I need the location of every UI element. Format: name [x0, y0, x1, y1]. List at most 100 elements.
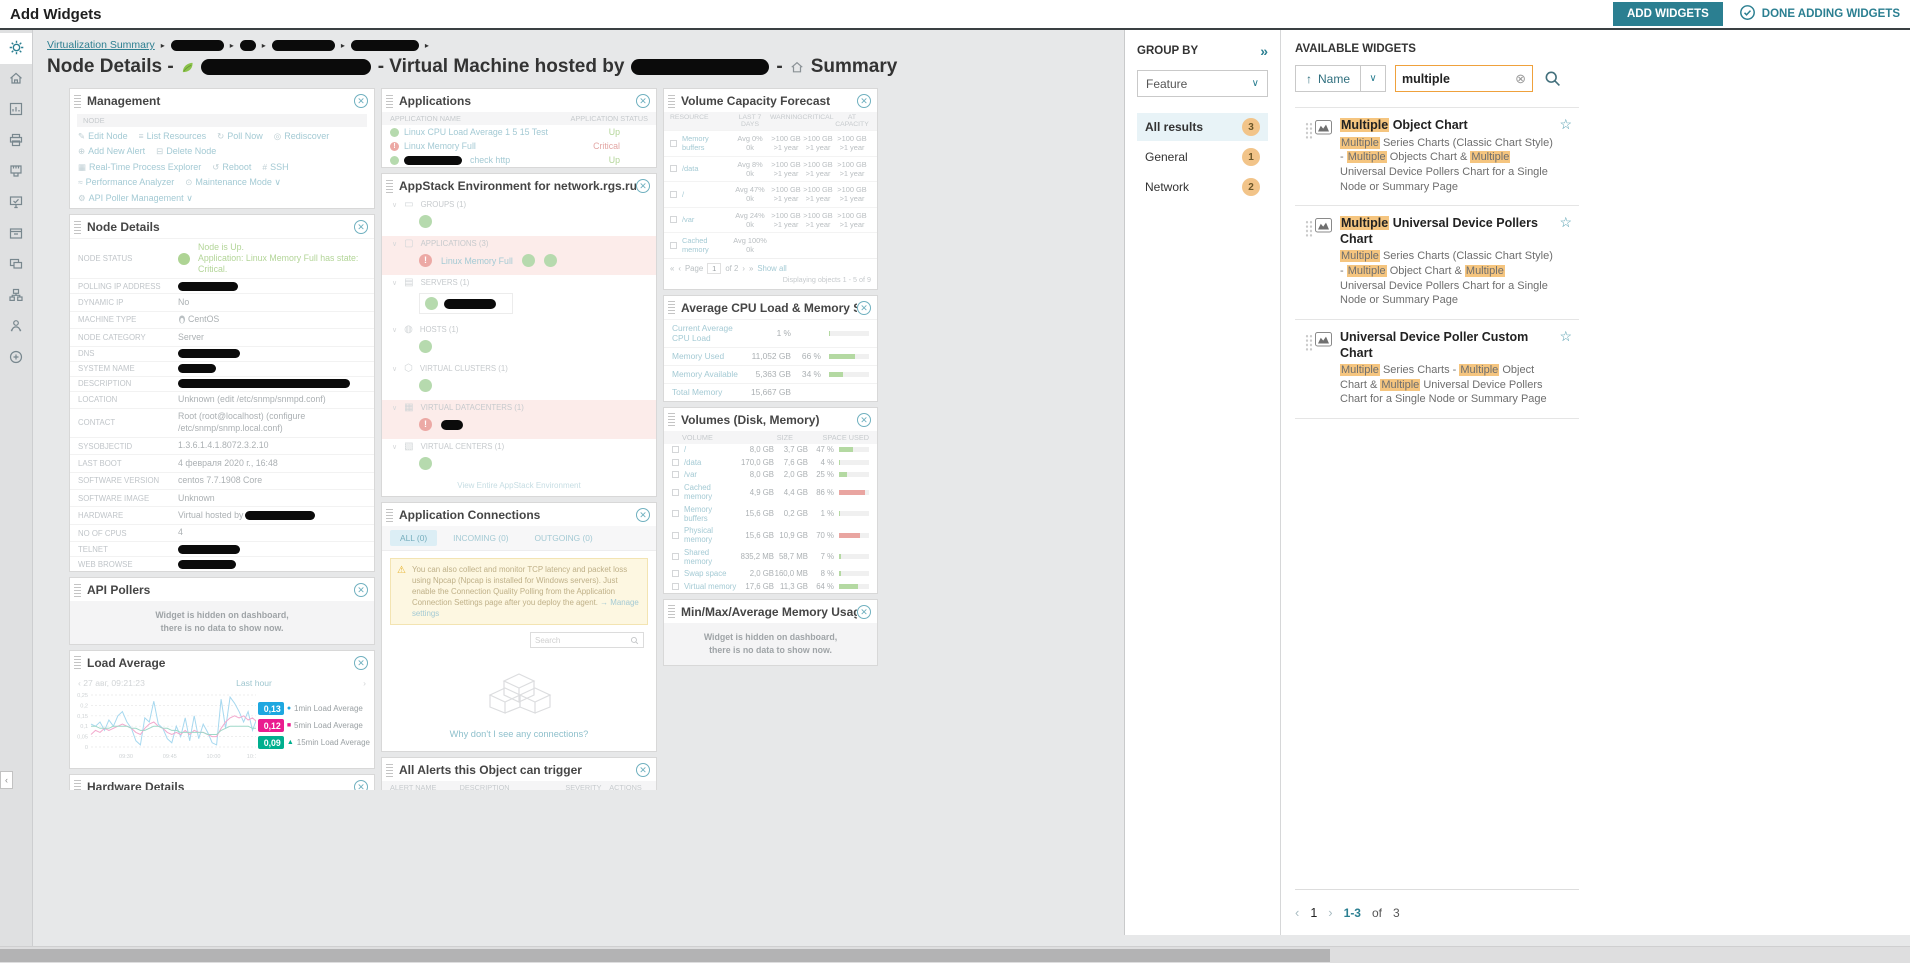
- page-prev-icon[interactable]: ‹: [1295, 905, 1299, 920]
- status-critical-icon[interactable]: !: [419, 254, 432, 267]
- drag-handle-icon[interactable]: [668, 605, 675, 619]
- widget-search-input[interactable]: multiple ⊗: [1395, 65, 1534, 92]
- group-by-item-general[interactable]: General 1: [1137, 143, 1268, 171]
- appstack-section-header[interactable]: ∨ ◍ HOSTS (1): [392, 324, 646, 335]
- page-next-icon[interactable]: ›: [1328, 905, 1332, 920]
- scrollbar-thumb[interactable]: [0, 949, 1330, 962]
- volume-name[interactable]: Virtual memory: [684, 582, 738, 591]
- management-link-poll-now[interactable]: ↻ Poll Now: [217, 131, 263, 142]
- checkbox[interactable]: [672, 583, 679, 591]
- pager-page-input[interactable]: 1: [707, 262, 722, 274]
- close-icon[interactable]: ✕: [636, 94, 650, 108]
- management-link-edit-node[interactable]: ✎ Edit Node: [78, 131, 128, 142]
- checkbox[interactable]: [670, 190, 677, 198]
- clear-search-icon[interactable]: ⊗: [1515, 71, 1526, 87]
- status-up-icon[interactable]: [543, 254, 557, 267]
- appstack-section-header[interactable]: ∨ ▭ GROUPS (1): [392, 199, 646, 210]
- appstack-section-header[interactable]: ∨ ▤ SERVERS (1): [392, 277, 646, 288]
- checkbox[interactable]: [670, 165, 677, 173]
- pager-next-icon[interactable]: ›: [742, 264, 745, 273]
- appstack-section-header[interactable]: ∨ ▢ APPLICATIONS (3): [392, 238, 646, 249]
- sort-by-name-button[interactable]: ↑ Name: [1296, 66, 1360, 91]
- drag-handle-icon[interactable]: [386, 508, 393, 522]
- appstack-object-name[interactable]: Linux Memory Full: [441, 256, 513, 266]
- status-up-icon[interactable]: [419, 379, 432, 392]
- management-link-list-resources[interactable]: ≡ List Resources: [139, 131, 207, 142]
- chart-nav-next-icon[interactable]: ›: [363, 678, 366, 688]
- resource-name[interactable]: /data: [682, 164, 698, 173]
- sidebar-item-topology[interactable]: [0, 281, 32, 312]
- pager-last-icon[interactable]: »: [749, 264, 753, 273]
- close-icon[interactable]: ✕: [354, 779, 368, 790]
- group-by-item-all-results[interactable]: All results 3: [1137, 113, 1268, 141]
- drag-handle-icon[interactable]: [74, 220, 81, 234]
- pager-prev-icon[interactable]: ‹: [678, 264, 681, 273]
- sidebar-item-monitor-check[interactable]: [0, 188, 32, 219]
- status-up-icon[interactable]: [419, 457, 432, 470]
- pager-first-icon[interactable]: «: [670, 264, 674, 273]
- volume-name[interactable]: Swap space: [684, 569, 738, 578]
- sidebar-item-archive-box[interactable]: [0, 219, 32, 250]
- sort-dropdown-button[interactable]: ∨: [1360, 66, 1385, 91]
- application-name[interactable]: check http: [470, 155, 510, 165]
- chevron-down-icon[interactable]: ∨: [392, 240, 397, 248]
- stat-label[interactable]: Memory Used: [672, 351, 743, 361]
- sidebar-item-report[interactable]: [0, 95, 32, 126]
- horizontal-scrollbar[interactable]: [0, 946, 1910, 963]
- resource-name[interactable]: Memory buffers: [682, 134, 730, 152]
- management-link-ssh[interactable]: # SSH: [262, 162, 288, 173]
- appstack-section-header[interactable]: ∨ ▦ VIRTUAL DATACENTERS (1): [392, 402, 646, 413]
- sidebar-item-home[interactable]: [0, 64, 32, 95]
- management-link-performance-analyzer[interactable]: ≈ Performance Analyzer: [78, 177, 174, 188]
- drag-handle-icon[interactable]: [386, 94, 393, 108]
- close-icon[interactable]: ✕: [354, 583, 368, 598]
- checkbox[interactable]: [672, 510, 679, 518]
- chevron-down-icon[interactable]: ∨: [392, 279, 397, 287]
- group-by-item-network[interactable]: Network 2: [1137, 173, 1268, 201]
- tab-incoming[interactable]: INCOMING (0): [443, 530, 518, 546]
- chevron-down-icon[interactable]: ∨: [392, 404, 397, 412]
- status-up-icon[interactable]: [425, 297, 438, 310]
- sidebar-item-user-group[interactable]: [0, 312, 32, 343]
- appstack-section-header[interactable]: ∨ ▧ VIRTUAL CENTERS (1): [392, 441, 646, 452]
- management-link-reboot[interactable]: ↺ Reboot: [212, 162, 251, 173]
- stat-label[interactable]: Total Memory: [672, 387, 743, 397]
- management-link-add-new-alert[interactable]: ⊕ Add New Alert: [78, 146, 145, 157]
- close-icon[interactable]: ✕: [857, 604, 871, 619]
- management-link-rediscover[interactable]: ◎ Rediscover: [274, 131, 329, 142]
- application-name[interactable]: Linux Memory Full: [404, 141, 476, 151]
- close-icon[interactable]: ✕: [354, 94, 368, 108]
- done-adding-widgets-button[interactable]: DONE ADDING WIDGETS: [1739, 4, 1900, 24]
- drag-handle-icon[interactable]: [74, 583, 81, 597]
- management-link-api-poller-management[interactable]: ⚙ API Poller Management ∨: [78, 193, 193, 204]
- volume-name[interactable]: Shared memory: [684, 548, 738, 566]
- appstack-footer-link[interactable]: View Entire AppStack Environment: [382, 478, 656, 496]
- drag-handle-icon[interactable]: [386, 763, 393, 777]
- checkbox[interactable]: [672, 458, 679, 466]
- appstack-selected-object[interactable]: [419, 293, 513, 314]
- stat-label[interactable]: Memory Available: [672, 369, 743, 379]
- close-icon[interactable]: ✕: [636, 179, 650, 193]
- chevron-down-icon[interactable]: ∨: [392, 326, 397, 334]
- resource-name[interactable]: /: [682, 190, 684, 199]
- close-icon[interactable]: ✕: [857, 300, 871, 315]
- show-all-link[interactable]: Show all: [757, 264, 786, 273]
- drag-handle-icon[interactable]: [74, 780, 81, 790]
- collapse-panel-icon[interactable]: »: [1260, 43, 1268, 59]
- appstack-section-header[interactable]: ∨ ⬡ VIRTUAL CLUSTERS (1): [392, 363, 646, 374]
- checkbox[interactable]: [670, 139, 677, 147]
- drag-handle-icon[interactable]: [386, 179, 393, 193]
- chart-date-range[interactable]: ‹ 27 авг, 09:21:23: [78, 678, 145, 688]
- checkbox[interactable]: [672, 570, 679, 578]
- checkbox[interactable]: [672, 531, 679, 539]
- widget-result-card[interactable]: Multiple Universal Device Pollers Chart …: [1295, 206, 1579, 320]
- resource-name[interactable]: /var: [682, 215, 694, 224]
- why-no-connections-link[interactable]: Why don't I see any connections?: [382, 721, 656, 751]
- scroll-left-button[interactable]: ‹: [0, 771, 13, 789]
- stat-label[interactable]: Current Average CPU Load: [672, 323, 743, 343]
- volume-name[interactable]: Physical memory: [684, 526, 738, 544]
- group-by-select[interactable]: Feature ∨: [1137, 70, 1268, 97]
- close-icon[interactable]: ✕: [857, 94, 871, 108]
- drag-handle-icon[interactable]: [74, 656, 81, 670]
- sidebar-item-port[interactable]: [0, 157, 32, 188]
